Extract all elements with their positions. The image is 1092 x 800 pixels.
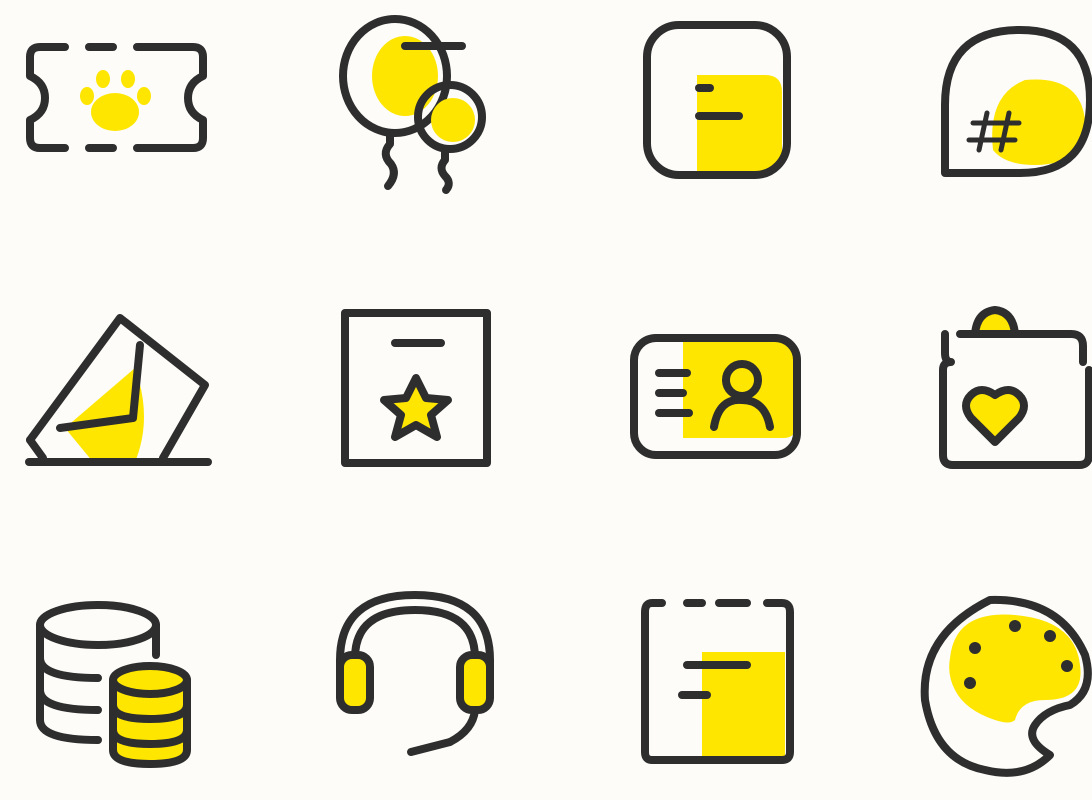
icon-grid [0, 0, 1092, 777]
document-icon [607, 0, 827, 210]
balloons-icon [305, 0, 525, 210]
star-certificate-icon [305, 290, 525, 510]
id-card-icon [607, 290, 827, 510]
paint-palette-icon [885, 580, 1092, 800]
notepad-icon [607, 580, 827, 800]
paw-ticket-icon [5, 0, 225, 210]
vote-envelope-icon [5, 290, 225, 510]
heart-bag-icon [885, 290, 1092, 510]
hashtag-chat-icon [885, 0, 1092, 215]
database-coins-icon [5, 580, 225, 800]
headset-icon [305, 580, 525, 800]
